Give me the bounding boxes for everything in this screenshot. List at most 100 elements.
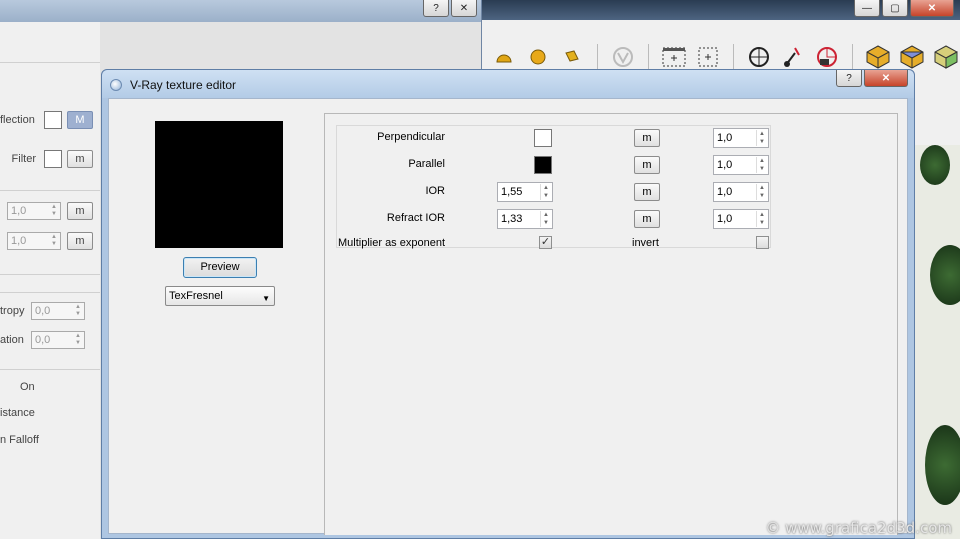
invert-checkbox[interactable] bbox=[756, 236, 769, 249]
spinner-arrows-icon[interactable]: ▲ ▼ bbox=[756, 211, 767, 227]
material-editor-window-controls: ? ✕ bbox=[423, 0, 477, 17]
camera-target-icon[interactable] bbox=[746, 44, 772, 70]
reflection-row: flection M bbox=[0, 111, 100, 129]
fresnel-parameters-group: Perpendicular m 1,0 ▲ ▼ Parallel m 1,0 ▲ ▼ I… bbox=[336, 125, 772, 249]
refract-ior-map-button[interactable]: m bbox=[634, 210, 660, 228]
falloff-row: n Falloff bbox=[0, 434, 100, 446]
field-of-view-icon[interactable] bbox=[814, 44, 840, 70]
divider bbox=[0, 190, 100, 191]
spinner-arrows-icon[interactable]: ▲ ▼ bbox=[540, 184, 551, 200]
green-box-icon[interactable] bbox=[933, 44, 959, 70]
spinner-value: 1,0 bbox=[11, 235, 27, 247]
reflection-map-button[interactable]: M bbox=[67, 111, 93, 129]
watermark: © www.grafica2d3d.com bbox=[765, 519, 952, 537]
3d-viewport[interactable] bbox=[910, 145, 960, 539]
rotation-spinner[interactable]: 0,0 ▲ ▼ bbox=[31, 331, 85, 349]
glossiness-map-button[interactable]: m bbox=[67, 202, 93, 220]
close-button[interactable]: ✕ bbox=[451, 0, 477, 17]
divider bbox=[0, 274, 100, 275]
spinner-arrows-icon[interactable]: ▲ ▼ bbox=[49, 204, 59, 218]
spinner-arrows-icon[interactable]: ▲ ▼ bbox=[756, 184, 767, 200]
perpendicular-map-button[interactable]: m bbox=[634, 129, 660, 147]
multiplier-as-exponent-label: Multiplier as exponent bbox=[338, 237, 446, 249]
toolbar-separator bbox=[648, 44, 649, 70]
anisotropy-spinner[interactable]: 0,0 ▲ ▼ bbox=[31, 302, 85, 320]
subdivs-map-button[interactable]: m bbox=[67, 232, 93, 250]
spinner-value: 1,0 bbox=[717, 132, 733, 144]
dialog-window-controls: ? ✕ bbox=[836, 70, 908, 87]
help-button[interactable]: ? bbox=[423, 0, 449, 17]
reflection-color-swatch[interactable] bbox=[44, 111, 62, 129]
ior-map-button[interactable]: m bbox=[634, 183, 660, 201]
ior-row: IOR 1,55 ▲ ▼ m 1,0 ▲ ▼ bbox=[337, 181, 772, 203]
divider bbox=[0, 62, 100, 63]
texture-type-value: TexFresnel bbox=[169, 290, 223, 302]
refract-ior-spinner[interactable]: 1,33 ▲ ▼ bbox=[497, 209, 553, 229]
box-icon[interactable] bbox=[865, 44, 891, 70]
parallel-map-button[interactable]: m bbox=[634, 156, 660, 174]
distance-row: istance bbox=[0, 407, 100, 419]
spinner-arrows-icon[interactable]: ▲ ▼ bbox=[73, 304, 83, 318]
dome-light-icon[interactable] bbox=[491, 44, 517, 70]
split-box-icon[interactable] bbox=[899, 44, 925, 70]
material-editor-titlebar: ? ✕ bbox=[0, 0, 481, 22]
perpendicular-multiplier-spinner[interactable]: 1,0 ▲ ▼ bbox=[713, 128, 769, 148]
background-app-titlebar: — ▢ ✕ bbox=[481, 0, 960, 20]
viewport-foliage bbox=[925, 425, 960, 505]
preview-button[interactable]: Preview bbox=[183, 257, 257, 278]
perpendicular-row: Perpendicular m 1,0 ▲ ▼ bbox=[337, 127, 772, 149]
spinner-arrows-icon[interactable]: ▲ ▼ bbox=[73, 333, 83, 347]
parallel-label: Parallel bbox=[408, 158, 445, 170]
spinner-arrows-icon[interactable]: ▲ ▼ bbox=[49, 234, 59, 248]
glossiness-spinner[interactable]: 1,0 ▲ ▼ bbox=[7, 202, 61, 220]
filter-color-swatch[interactable] bbox=[44, 150, 62, 168]
chevron-down-icon: ▼ bbox=[262, 294, 270, 303]
spinner-arrows-icon[interactable]: ▲ ▼ bbox=[756, 130, 767, 146]
refract-ior-label: Refract IOR bbox=[386, 212, 445, 224]
subdivs-spinner[interactable]: 1,0 ▲ ▼ bbox=[7, 232, 61, 250]
close-button[interactable]: ✕ bbox=[864, 70, 908, 87]
reflection-label: flection bbox=[0, 114, 35, 126]
material-editor-panel: flection M Filter m 1,0 ▲ ▼ m 1,0 ▲ ▼ m trop… bbox=[0, 22, 100, 539]
subdivs-row: 1,0 ▲ ▼ m bbox=[0, 232, 100, 250]
on-row: On bbox=[0, 381, 100, 393]
ior-spinner[interactable]: 1,55 ▲ ▼ bbox=[497, 182, 553, 202]
texture-type-select[interactable]: TexFresnel ▼ bbox=[165, 286, 275, 306]
rotation-row: ation 0,0 ▲ ▼ bbox=[0, 331, 100, 349]
close-button[interactable]: ✕ bbox=[910, 0, 954, 17]
maximize-button[interactable]: ▢ bbox=[882, 0, 908, 17]
parallel-color-swatch[interactable] bbox=[534, 156, 552, 174]
dialog-titlebar[interactable]: V-Ray texture editor ? ✕ bbox=[102, 70, 914, 98]
glossiness-row: 1,0 ▲ ▼ m bbox=[0, 202, 100, 220]
spinner-value: 1,0 bbox=[717, 186, 733, 198]
ior-multiplier-spinner[interactable]: 1,0 ▲ ▼ bbox=[713, 182, 769, 202]
viewport-foliage bbox=[930, 245, 960, 305]
spinner-value: 1,55 bbox=[501, 186, 523, 198]
filter-map-button[interactable]: m bbox=[67, 150, 93, 168]
parallel-multiplier-spinner[interactable]: 1,0 ▲ ▼ bbox=[713, 155, 769, 175]
ior-label: IOR bbox=[425, 185, 445, 197]
region-render-icon[interactable] bbox=[695, 44, 721, 70]
toolbar-separator bbox=[597, 44, 598, 70]
perpendicular-color-swatch[interactable] bbox=[534, 129, 552, 147]
ies-light-icon[interactable] bbox=[559, 44, 585, 70]
minimize-button[interactable]: — bbox=[854, 0, 880, 17]
refract-ior-row: Refract IOR 1,33 ▲ ▼ m 1,0 ▲ ▼ bbox=[337, 208, 772, 230]
multiplier-as-exponent-checkbox[interactable]: ✓ bbox=[539, 236, 552, 249]
filter-row: Filter m bbox=[0, 150, 100, 168]
spinner-arrows-icon[interactable]: ▲ ▼ bbox=[540, 211, 551, 227]
parallel-row: Parallel m 1,0 ▲ ▼ bbox=[337, 154, 772, 176]
filter-label: Filter bbox=[11, 153, 36, 165]
help-button[interactable]: ? bbox=[836, 70, 862, 87]
spinner-value: 1,0 bbox=[717, 159, 733, 171]
refract-ior-multiplier-spinner[interactable]: 1,0 ▲ ▼ bbox=[713, 209, 769, 229]
on-label: On bbox=[20, 381, 35, 393]
vray-logo-icon[interactable] bbox=[610, 44, 636, 70]
spinner-value: 1,33 bbox=[501, 213, 523, 225]
focus-tool-icon[interactable] bbox=[780, 44, 806, 70]
sphere-light-icon[interactable] bbox=[525, 44, 551, 70]
frame-buffer-icon[interactable] bbox=[661, 44, 687, 70]
background-app-window-controls: — ▢ ✕ bbox=[854, 0, 954, 17]
spinner-arrows-icon[interactable]: ▲ ▼ bbox=[756, 157, 767, 173]
anisotropy-label: tropy bbox=[0, 305, 25, 317]
